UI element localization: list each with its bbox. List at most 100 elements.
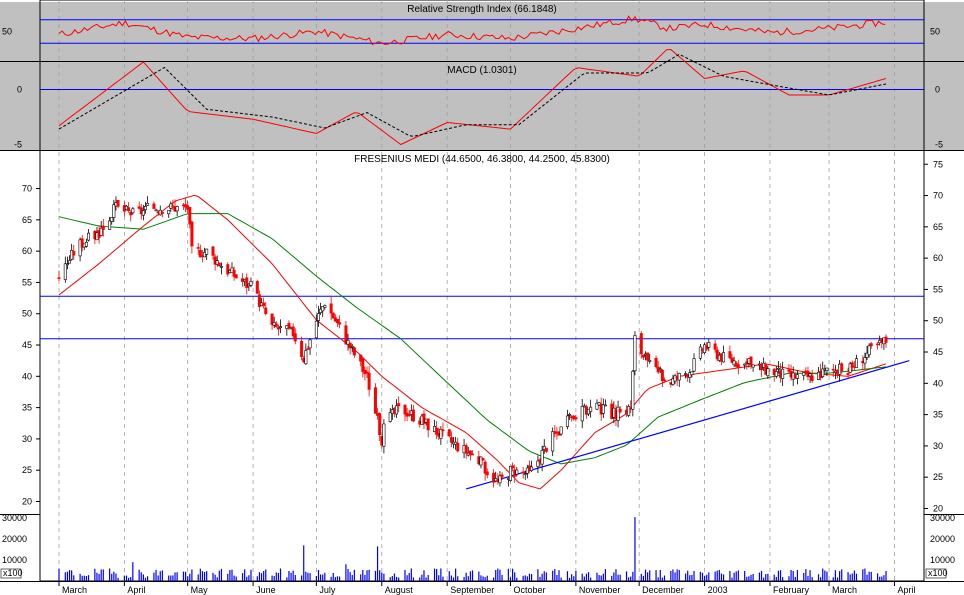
candle-body bbox=[876, 343, 880, 346]
candle-body bbox=[698, 346, 702, 359]
price-y-tick-right: 55 bbox=[933, 284, 943, 294]
candle-body bbox=[840, 363, 844, 372]
price-y-tick-right: 25 bbox=[933, 472, 943, 482]
candle-body bbox=[329, 303, 333, 314]
candle-body bbox=[112, 204, 116, 218]
candle-body bbox=[373, 387, 377, 414]
candle-body bbox=[831, 368, 835, 371]
candle-body bbox=[515, 469, 519, 475]
candle-body bbox=[143, 206, 147, 210]
candle-body bbox=[846, 373, 850, 375]
candle-body bbox=[722, 352, 726, 363]
candle-body bbox=[352, 347, 356, 356]
x-axis-label: March bbox=[832, 585, 857, 595]
candle-body bbox=[388, 412, 392, 422]
candle-body bbox=[508, 465, 512, 481]
candle-body bbox=[648, 360, 652, 362]
price-y-tick-left: 70 bbox=[22, 184, 32, 194]
candle-body bbox=[884, 336, 888, 343]
candle-body bbox=[87, 232, 91, 241]
x-axis-label: November bbox=[579, 585, 621, 595]
candle-body bbox=[367, 372, 371, 390]
candle-body bbox=[68, 260, 72, 264]
candle-body bbox=[633, 335, 637, 372]
candle-body bbox=[481, 458, 485, 461]
candle-body bbox=[810, 375, 814, 381]
price-y-tick-right: 40 bbox=[933, 378, 943, 388]
x-axis-label: August bbox=[385, 585, 414, 595]
candle-body bbox=[544, 447, 548, 452]
x-axis-label: December bbox=[642, 585, 684, 595]
price-y-tick-left: 55 bbox=[22, 277, 32, 287]
candle-body bbox=[774, 371, 778, 377]
candle-body bbox=[110, 217, 114, 222]
rsi-title: Relative Strength Index (66.1848) bbox=[407, 4, 557, 15]
candle-body bbox=[658, 368, 662, 371]
candle-body bbox=[751, 364, 755, 368]
volume-y-tick-left: 10000 bbox=[2, 555, 27, 565]
price-y-tick-left: 35 bbox=[22, 403, 32, 413]
volume-unit-label-right: x100 bbox=[928, 568, 948, 578]
price-y-tick-left: 40 bbox=[22, 371, 32, 381]
candle-body bbox=[127, 207, 131, 211]
candle-body bbox=[146, 202, 150, 206]
candle-body bbox=[511, 465, 515, 469]
candle-body bbox=[781, 368, 785, 379]
candle-body bbox=[441, 429, 445, 432]
candle-body bbox=[350, 345, 354, 348]
candle-body bbox=[84, 241, 88, 247]
candle-body bbox=[530, 466, 534, 471]
volume-y-tick-right: 30000 bbox=[930, 513, 955, 523]
price-y-tick-right: 45 bbox=[933, 347, 943, 357]
candle-body bbox=[456, 442, 460, 452]
volume-y-tick-left: 30000 bbox=[2, 513, 27, 523]
candle-body bbox=[188, 206, 192, 225]
candle-body bbox=[65, 263, 69, 266]
candle-body bbox=[316, 313, 320, 321]
candle-body bbox=[308, 339, 312, 349]
x-axis-label: March bbox=[62, 585, 87, 595]
x-axis-label: October bbox=[513, 585, 545, 595]
candle-body bbox=[378, 413, 382, 435]
candle-body bbox=[314, 320, 318, 339]
candle-body bbox=[426, 418, 430, 431]
candle-body bbox=[749, 356, 753, 366]
price-y-tick-right: 65 bbox=[933, 222, 943, 232]
candle-body bbox=[361, 358, 365, 372]
macd-title: MACD (1.0301) bbox=[447, 65, 516, 76]
candle-body bbox=[249, 281, 253, 286]
candle-body bbox=[603, 404, 607, 407]
macd-y-tick-left: -5 bbox=[14, 140, 22, 150]
price-y-tick-left: 50 bbox=[22, 309, 32, 319]
candle-body bbox=[654, 357, 658, 368]
price-y-tick-right: 30 bbox=[933, 441, 943, 451]
candle-body bbox=[574, 417, 578, 420]
candle-body bbox=[255, 281, 259, 294]
rsi-y-tick-right: 50 bbox=[930, 27, 940, 37]
price-y-tick-right: 70 bbox=[933, 191, 943, 201]
candle-body bbox=[580, 405, 584, 422]
candle-body bbox=[565, 415, 569, 427]
candle-body bbox=[692, 358, 696, 372]
price-y-tick-left: 45 bbox=[22, 340, 32, 350]
macd-y-tick-right: -5 bbox=[935, 140, 943, 150]
candle-body bbox=[160, 211, 164, 214]
candle-body bbox=[116, 199, 120, 207]
candle-body bbox=[660, 369, 664, 382]
candle-body bbox=[449, 437, 453, 443]
candle-body bbox=[211, 246, 215, 256]
candle-body bbox=[323, 305, 327, 308]
stock-chart: March April May June July August September Octo… bbox=[0, 0, 964, 595]
candle-body bbox=[72, 250, 76, 256]
x-axis-label: April bbox=[127, 585, 145, 595]
candle-body bbox=[639, 333, 643, 355]
candle-body bbox=[618, 408, 622, 413]
rsi-y-tick-left: 50 bbox=[2, 27, 12, 37]
candle-body bbox=[802, 372, 806, 376]
x-axis-label: June bbox=[256, 585, 276, 595]
candle-body bbox=[464, 445, 468, 454]
candle-body bbox=[407, 414, 411, 417]
candle-body bbox=[863, 357, 867, 364]
price-y-tick-left: 20 bbox=[22, 496, 32, 506]
candle-body bbox=[523, 473, 527, 475]
